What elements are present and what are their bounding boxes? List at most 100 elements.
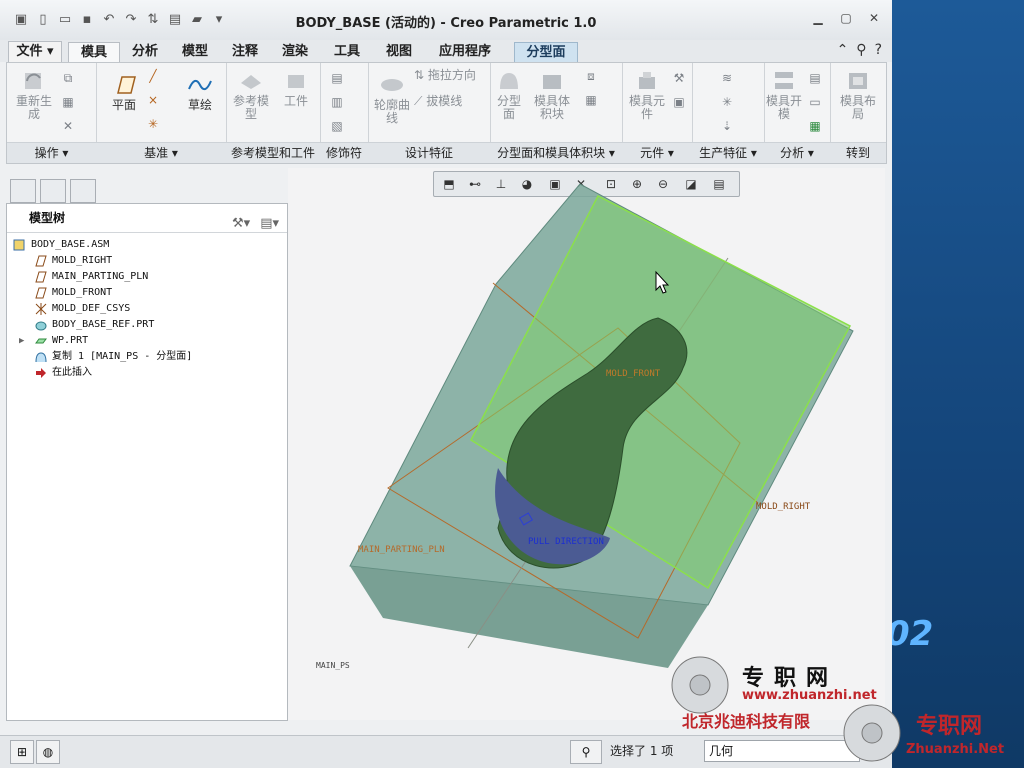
find-icon[interactable]: ⚲ bbox=[570, 740, 602, 764]
modifier-icon-1[interactable]: ▤ bbox=[330, 71, 344, 85]
tab-applications[interactable]: 应用程序 bbox=[430, 42, 500, 62]
browser-toggle-icon[interactable]: ◍ bbox=[36, 740, 60, 764]
parting-surface-button[interactable]: 分型面 bbox=[494, 69, 524, 121]
sketch-button[interactable]: 草绘 bbox=[180, 73, 220, 112]
model-tree-tab-icon[interactable] bbox=[10, 179, 36, 203]
tree-item[interactable]: 在此插入 bbox=[7, 365, 287, 381]
component-tool-icon-2[interactable]: ▣ bbox=[672, 95, 686, 109]
tab-right-tools: ⌃ ⚲ ? bbox=[837, 42, 882, 58]
selection-filter[interactable]: 几何 bbox=[704, 740, 860, 762]
copy-icon[interactable]: ⧉ bbox=[61, 71, 75, 85]
mold-volume-icon bbox=[543, 75, 561, 89]
group-label-parting-volume[interactable]: 分型面和模具体积块 ▾ bbox=[490, 142, 622, 163]
mold-volume-button[interactable]: 模具体积块 bbox=[530, 69, 574, 121]
regenerate-icon bbox=[25, 73, 41, 89]
title-bar: ▣ ▯ ▭ ▪ ↶ ↷ ⇅ ▤ ▰ ▾ BODY_BASE (活动的) - Cr… bbox=[0, 0, 892, 41]
paste-icon[interactable]: ▦ bbox=[61, 95, 75, 109]
help-icon[interactable]: ? bbox=[875, 42, 882, 58]
model-scene: MOLD_FRONT MOLD_RIGHT MAIN_PARTING_PLN P… bbox=[316, 183, 854, 670]
watermark-site-name-2: 专职网 bbox=[916, 714, 983, 739]
tab-mold[interactable]: 模具 bbox=[68, 42, 120, 63]
tab-file[interactable]: 文件 ▾ bbox=[8, 41, 62, 63]
tree-item[interactable]: BODY_BASE_REF.PRT bbox=[7, 317, 287, 333]
watermark-company: 北京兆迪科技有限 bbox=[682, 712, 811, 731]
group-label-design-features[interactable]: 设计特征 bbox=[368, 142, 490, 163]
tree-item[interactable]: MOLD_DEF_CSYS bbox=[7, 301, 287, 317]
tab-annotate[interactable]: 注释 bbox=[224, 42, 266, 62]
watermark-url-2: Zhuanzhi.Net bbox=[906, 742, 1005, 757]
tree-settings-icon[interactable]: ⚒▾ bbox=[232, 210, 250, 238]
group-label-modifiers[interactable]: 修饰符 bbox=[320, 142, 368, 163]
search-icon[interactable]: ⚲ bbox=[856, 42, 866, 58]
draft-line-button[interactable]: ⟋ 拔模线 bbox=[414, 95, 490, 108]
mold-opening-button[interactable]: 模具开模 bbox=[766, 69, 802, 121]
group-production-features: ≋ ✳ ⇣ 生产特征 ▾ bbox=[692, 63, 765, 163]
point-icon[interactable]: × bbox=[146, 93, 160, 107]
workpiece-button[interactable]: 工件 bbox=[276, 69, 316, 108]
mold-component-button[interactable]: 模具元件 bbox=[626, 69, 668, 121]
watermark-url: www.zhuanzhi.net bbox=[742, 688, 877, 703]
volume-tool-icon-2[interactable]: ▦ bbox=[584, 93, 598, 107]
mold-layout-button[interactable]: 模具布局 bbox=[838, 69, 878, 121]
group-modifiers: ▤ ▥ ▧ 修饰符 bbox=[320, 63, 369, 163]
tab-view[interactable]: 视图 bbox=[378, 42, 420, 62]
tab-render[interactable]: 渲染 bbox=[274, 42, 316, 62]
tab-model[interactable]: 模型 bbox=[174, 42, 216, 62]
silhouette-curve-button[interactable]: 轮廓曲线 bbox=[372, 73, 412, 125]
tree-item[interactable]: MOLD_RIGHT bbox=[7, 253, 287, 269]
group-design-features: 轮廓曲线 ⇅ 拖拉方向 ⟋ 拔模线 设计特征 bbox=[368, 63, 491, 163]
volume-tool-icon-1[interactable]: ⧈ bbox=[584, 69, 598, 83]
modifier-icon-3[interactable]: ▧ bbox=[330, 119, 344, 133]
assembly-icon bbox=[13, 239, 25, 251]
creo-window: ▣ ▯ ▭ ▪ ↶ ↷ ⇅ ▤ ▰ ▾ BODY_BASE (活动的) - Cr… bbox=[0, 0, 892, 768]
group-label-components[interactable]: 元件 ▾ bbox=[622, 142, 692, 163]
tree-item[interactable]: ▶ WP.PRT bbox=[7, 333, 287, 349]
mold-component-icon bbox=[639, 72, 655, 89]
tree-item[interactable]: 复制 1 [MAIN_PS - 分型面] bbox=[7, 349, 287, 365]
analysis-icon-1[interactable]: ▤ bbox=[808, 71, 822, 85]
tree-item[interactable]: BODY_BASE.ASM bbox=[7, 237, 287, 253]
analysis-icon-2[interactable]: ▭ bbox=[808, 95, 822, 109]
maximize-icon[interactable]: ▢ bbox=[838, 10, 854, 26]
favorites-tab-icon[interactable] bbox=[70, 179, 96, 203]
csys-icon[interactable]: ✳ bbox=[146, 117, 160, 131]
tab-parting-surface[interactable]: 分型面 bbox=[514, 42, 578, 64]
delete-icon[interactable]: ✕ bbox=[61, 119, 75, 133]
tab-analysis[interactable]: 分析 bbox=[124, 42, 166, 62]
tree-item[interactable]: MOLD_FRONT bbox=[7, 285, 287, 301]
tree-columns-icon[interactable]: ▤▾ bbox=[260, 210, 279, 238]
component-tool-icon-1[interactable]: ⚒ bbox=[672, 71, 686, 85]
collapse-ribbon-icon[interactable]: ⌃ bbox=[837, 42, 849, 58]
group-label-reference-workpiece[interactable]: 参考模型和工件 bbox=[226, 142, 320, 163]
production-icon-2[interactable]: ✳ bbox=[720, 95, 734, 109]
plane-button[interactable]: 平面 bbox=[104, 73, 144, 112]
datum-plane-icon bbox=[35, 255, 47, 267]
axis-icon[interactable]: ╱ bbox=[146, 69, 160, 83]
analysis-icon-3[interactable]: ▦ bbox=[808, 119, 822, 133]
sketch-icon bbox=[188, 79, 212, 91]
regenerate-button[interactable]: 重新生成 bbox=[11, 69, 57, 121]
group-label-goto[interactable]: 转到 bbox=[830, 142, 886, 163]
surface-icon bbox=[35, 352, 47, 363]
group-label-production-features[interactable]: 生产特征 ▾ bbox=[692, 142, 764, 163]
group-datum: 平面 ╱ × ✳ 草绘 基准 ▾ bbox=[96, 63, 227, 163]
close-icon[interactable]: ✕ bbox=[866, 10, 882, 26]
tab-tools[interactable]: 工具 bbox=[326, 42, 368, 62]
modifier-icon-2[interactable]: ▥ bbox=[330, 95, 344, 109]
draft-line-icon: ⟋ bbox=[414, 94, 427, 108]
group-label-datum[interactable]: 基准 ▾ bbox=[96, 142, 226, 163]
production-icon-1[interactable]: ≋ bbox=[720, 71, 734, 85]
tree-item[interactable]: MAIN_PARTING_PLN bbox=[7, 269, 287, 285]
pull-direction-button[interactable]: ⇅ 拖拉方向 bbox=[414, 69, 490, 82]
group-label-operations[interactable]: 操作 ▾ bbox=[7, 142, 96, 163]
label-main-ps: MAIN_PS bbox=[316, 661, 350, 670]
expand-arrow-icon[interactable]: ▶ bbox=[19, 333, 24, 349]
minimize-icon[interactable]: ▁ bbox=[810, 10, 826, 26]
folder-browser-tab-icon[interactable] bbox=[40, 179, 66, 203]
toggle-navigator-icon[interactable]: ⊞ bbox=[10, 740, 34, 764]
graphics-viewport[interactable]: ⬒ ⊷ ⊥ ◕ ▣ ✕ ⊡ ⊕ ⊖ ◪ ▤ bbox=[288, 168, 885, 720]
production-icon-3[interactable]: ⇣ bbox=[720, 119, 734, 133]
selection-count: 选择了 1 项 bbox=[610, 744, 674, 758]
reference-model-button[interactable]: 参考模型 bbox=[230, 69, 272, 121]
group-label-analysis[interactable]: 分析 ▾ bbox=[764, 142, 830, 163]
